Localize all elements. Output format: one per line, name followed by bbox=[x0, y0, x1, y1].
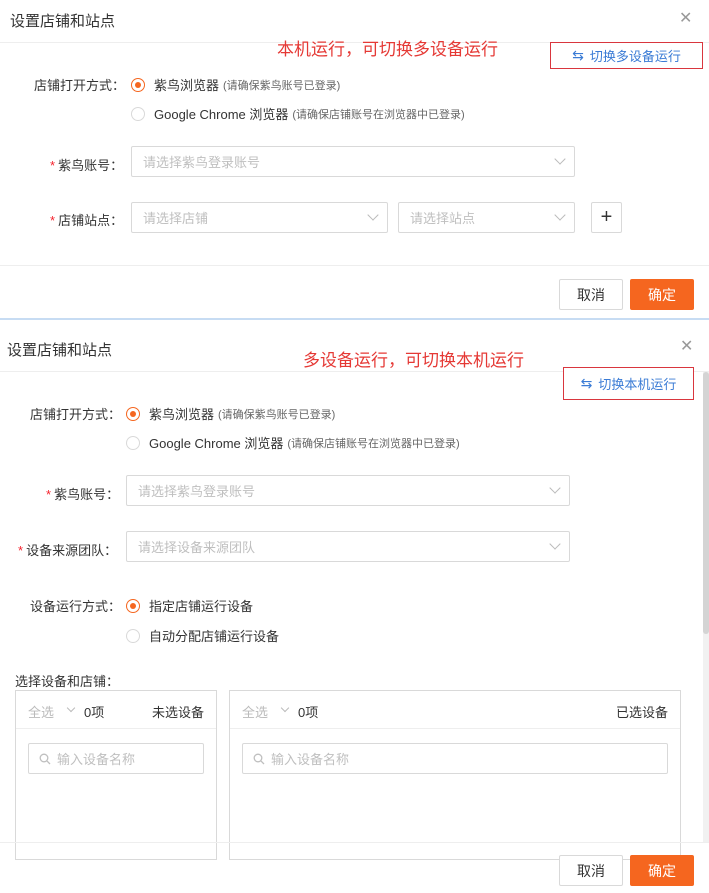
selected-device-list: 全选 0项 已选设备 输入设备名称 bbox=[229, 690, 681, 860]
radio-label: Google Chrome 浏览器 bbox=[149, 436, 284, 451]
dialog-local-mode: 设置店铺和站点 ✕ 本机运行，可切换多设备运行 ⇆ 切换多设备运行 店铺打开方式… bbox=[0, 0, 709, 320]
scrollbar[interactable] bbox=[703, 372, 709, 842]
account-label: * 紫鸟账号： bbox=[50, 158, 124, 173]
plus-icon: + bbox=[600, 206, 613, 228]
dialog-title: 设置店铺和站点 bbox=[10, 13, 116, 30]
switch-label: 切换多设备运行 bbox=[589, 49, 681, 64]
site-select[interactable]: 请选择站点 bbox=[398, 202, 575, 233]
chevron-down-icon bbox=[549, 538, 561, 550]
cancel-button[interactable]: 取消 bbox=[559, 279, 623, 310]
item-count: 0项 bbox=[84, 705, 105, 720]
radio-hint: (请确保店铺账号在浏览器中已登录) bbox=[292, 108, 465, 121]
switch-local-button[interactable]: ⇆ 切换本机运行 bbox=[563, 367, 694, 400]
dialog-title: 设置店铺和站点 bbox=[7, 342, 113, 359]
chevron-down-icon[interactable] bbox=[280, 703, 290, 713]
radio-label: 自动分配店铺运行设备 bbox=[149, 629, 280, 644]
site-label: * 店铺站点： bbox=[50, 213, 124, 228]
transfer-label: 选择设备和店铺： bbox=[15, 674, 120, 689]
scrollbar-thumb[interactable] bbox=[703, 372, 709, 634]
radio-dot bbox=[131, 106, 145, 121]
radio-hint: (请确保紫鸟账号已登录) bbox=[223, 79, 341, 92]
unselected-device-list: 全选 0项 未选设备 输入设备名称 bbox=[15, 690, 217, 860]
radio-ziniao-browser[interactable]: 紫鸟浏览器 (请确保紫鸟账号已登录) bbox=[131, 75, 340, 94]
radio-google-chrome[interactable]: Google Chrome 浏览器 (请确保店铺账号在浏览器中已登录) bbox=[131, 104, 465, 123]
confirm-button[interactable]: 确定 bbox=[630, 279, 694, 310]
radio-assigned-device[interactable]: 指定店铺运行设备 bbox=[126, 596, 253, 615]
footer-divider bbox=[0, 842, 709, 843]
device-search-input[interactable]: 输入设备名称 bbox=[28, 743, 204, 774]
close-icon[interactable]: ✕ bbox=[679, 11, 692, 27]
radio-label: 指定店铺运行设备 bbox=[149, 599, 254, 614]
cancel-button[interactable]: 取消 bbox=[559, 855, 623, 886]
close-icon[interactable]: ✕ bbox=[680, 339, 693, 355]
list-title: 未选设备 bbox=[151, 705, 204, 720]
switch-label: 切换本机运行 bbox=[598, 377, 677, 392]
device-search-input[interactable]: 输入设备名称 bbox=[242, 743, 668, 774]
annotation-text: 多设备运行，可切换本机运行 bbox=[303, 351, 524, 370]
add-site-button[interactable]: + bbox=[591, 202, 622, 233]
chevron-down-icon bbox=[554, 209, 566, 221]
open-mode-label: 店铺打开方式： bbox=[34, 78, 126, 93]
list-header: 全选 0项 未选设备 bbox=[16, 691, 216, 729]
item-count: 0项 bbox=[298, 705, 319, 720]
open-mode-label: 店铺打开方式： bbox=[30, 407, 122, 422]
confirm-button[interactable]: 确定 bbox=[630, 855, 694, 886]
account-label: * 紫鸟账号： bbox=[46, 487, 120, 502]
radio-dot-checked bbox=[126, 406, 140, 421]
radio-label: Google Chrome 浏览器 bbox=[154, 107, 289, 122]
chevron-down-icon bbox=[367, 209, 379, 221]
team-label: * 设备来源团队： bbox=[18, 543, 118, 558]
radio-ziniao-browser[interactable]: 紫鸟浏览器 (请确保紫鸟账号已登录) bbox=[126, 404, 335, 423]
radio-auto-assign[interactable]: 自动分配店铺运行设备 bbox=[126, 626, 279, 645]
list-title: 已选设备 bbox=[615, 705, 668, 720]
radio-hint: (请确保紫鸟账号已登录) bbox=[218, 408, 336, 421]
chevron-down-icon[interactable] bbox=[66, 703, 76, 713]
radio-label: 紫鸟浏览器 bbox=[154, 78, 220, 93]
radio-google-chrome[interactable]: Google Chrome 浏览器 (请确保店铺账号在浏览器中已登录) bbox=[126, 433, 460, 452]
search-icon bbox=[253, 753, 265, 764]
dialog-multi-device-mode: 设置店铺和站点 ✕ 多设备运行，可切换本机运行 ⇆ 切换本机运行 店铺打开方式：… bbox=[0, 318, 709, 893]
chevron-down-icon bbox=[549, 482, 561, 494]
shop-select[interactable]: 请选择店铺 bbox=[131, 202, 388, 233]
account-select[interactable]: 请选择紫鸟登录账号 bbox=[126, 475, 570, 506]
chevron-down-icon bbox=[554, 153, 566, 165]
radio-dot bbox=[126, 628, 140, 643]
search-icon bbox=[39, 753, 51, 764]
list-header: 全选 0项 已选设备 bbox=[230, 691, 680, 729]
radio-dot-checked bbox=[126, 598, 140, 613]
radio-dot bbox=[126, 435, 140, 450]
radio-label: 紫鸟浏览器 bbox=[149, 407, 215, 422]
team-select[interactable]: 请选择设备来源团队 bbox=[126, 531, 570, 562]
radio-hint: (请确保店铺账号在浏览器中已登录) bbox=[287, 437, 460, 450]
swap-icon: ⇆ bbox=[572, 47, 584, 63]
footer-divider bbox=[0, 265, 709, 266]
select-all-checkbox[interactable]: 全选 bbox=[242, 702, 268, 721]
radio-dot-checked bbox=[131, 77, 145, 92]
select-all-checkbox[interactable]: 全选 bbox=[28, 702, 54, 721]
swap-icon: ⇆ bbox=[580, 375, 593, 391]
account-select[interactable]: 请选择紫鸟登录账号 bbox=[131, 146, 575, 177]
switch-multi-device-button[interactable]: ⇆ 切换多设备运行 bbox=[550, 42, 703, 69]
annotation-text: 本机运行，可切换多设备运行 bbox=[277, 40, 498, 59]
run-mode-label: 设备运行方式： bbox=[30, 599, 122, 614]
